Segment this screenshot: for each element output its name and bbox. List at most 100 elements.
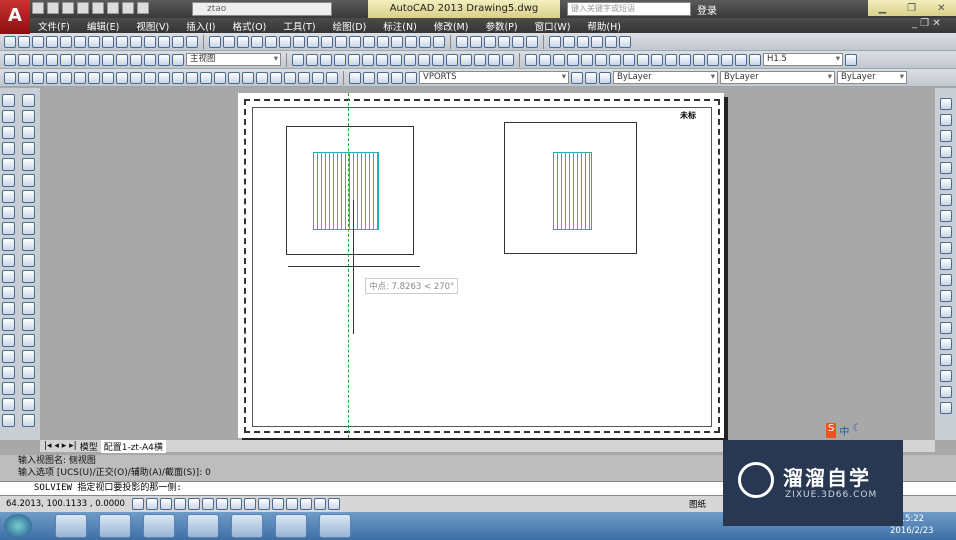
shape-icon[interactable] [270, 71, 282, 84]
modify-icon[interactable] [939, 242, 952, 254]
drafting-setting-icon[interactable] [174, 498, 186, 510]
draw-icon[interactable] [595, 53, 607, 66]
draw-icon[interactable] [2, 238, 15, 251]
dimension-icon[interactable] [209, 35, 221, 48]
draw-icon[interactable] [2, 190, 15, 203]
shape-icon[interactable] [4, 71, 16, 84]
render-icon[interactable] [348, 53, 360, 66]
modify-icon[interactable] [939, 354, 952, 366]
taskbar-scissors-icon[interactable] [275, 514, 307, 538]
render-icon[interactable] [460, 53, 472, 66]
undo-icon[interactable] [122, 2, 134, 14]
render-icon[interactable] [488, 53, 500, 66]
drafting-setting-icon[interactable] [160, 498, 172, 510]
taskbar-excel-icon[interactable] [319, 514, 351, 538]
draw-icon[interactable] [22, 94, 35, 107]
menu-item[interactable]: 编辑(E) [87, 19, 119, 33]
taskbar-thunderbird-icon[interactable] [99, 514, 131, 538]
draw-icon[interactable] [2, 286, 15, 299]
shape-icon[interactable] [298, 71, 310, 84]
dimension-icon[interactable] [237, 35, 249, 48]
menu-item[interactable]: 文件(F) [38, 19, 70, 33]
view-icon[interactable] [130, 53, 142, 66]
drafting-setting-icon[interactable] [132, 498, 144, 510]
open-icon[interactable] [47, 2, 59, 14]
tool-icon[interactable] [88, 35, 100, 48]
dimension-icon[interactable] [223, 35, 235, 48]
render-icon[interactable] [446, 53, 458, 66]
layer-icon[interactable] [405, 71, 417, 84]
modify-icon[interactable] [939, 386, 952, 398]
render-icon[interactable] [320, 53, 332, 66]
tool-icon[interactable] [186, 35, 198, 48]
drafting-setting-icon[interactable] [230, 498, 242, 510]
draw-icon[interactable] [2, 222, 15, 235]
render-icon[interactable] [390, 53, 402, 66]
shape-icon[interactable] [242, 71, 254, 84]
draw-icon[interactable] [22, 254, 35, 267]
shape-icon[interactable] [186, 71, 198, 84]
modify-icon[interactable] [939, 258, 952, 270]
drafting-setting-icon[interactable] [258, 498, 270, 510]
draw-icon[interactable] [22, 350, 35, 363]
draw-icon[interactable] [22, 142, 35, 155]
lineweight-dropdown[interactable]: ByLayer [837, 71, 907, 84]
view-icon[interactable] [60, 53, 72, 66]
ime-toolbar[interactable]: S 中 ☾ [826, 423, 861, 438]
shape-icon[interactable] [326, 71, 338, 84]
shape-icon[interactable] [158, 71, 170, 84]
shape-icon[interactable] [130, 71, 142, 84]
modify-icon[interactable] [939, 98, 952, 110]
modify-icon[interactable] [939, 322, 952, 334]
draw-icon[interactable] [539, 53, 551, 66]
paper-space-toggle[interactable]: 图纸 [689, 498, 706, 510]
drafting-setting-icon[interactable] [146, 498, 158, 510]
draw-icon[interactable] [22, 206, 35, 219]
modify-icon[interactable] [939, 146, 952, 158]
tool-icon[interactable] [130, 35, 142, 48]
tool-icon[interactable] [470, 35, 482, 48]
view-icon[interactable] [4, 53, 16, 66]
draw-icon[interactable] [2, 94, 15, 107]
view-icon[interactable] [74, 53, 86, 66]
modify-icon[interactable] [939, 290, 952, 302]
modify-icon[interactable] [939, 194, 952, 206]
modify-icon[interactable] [939, 306, 952, 318]
draw-icon[interactable] [22, 414, 35, 427]
shape-icon[interactable] [144, 71, 156, 84]
menu-item[interactable]: 插入(I) [186, 19, 215, 33]
draw-icon[interactable] [581, 53, 593, 66]
menu-item[interactable]: 绘图(D) [333, 19, 367, 33]
window-icon[interactable] [577, 35, 589, 48]
render-icon[interactable] [404, 53, 416, 66]
shape-icon[interactable] [172, 71, 184, 84]
draw-icon[interactable] [22, 270, 35, 283]
draw-icon[interactable] [2, 334, 15, 347]
shape-icon[interactable] [88, 71, 100, 84]
layer-dropdown[interactable]: VPORTS [419, 71, 569, 84]
tool-icon[interactable] [456, 35, 468, 48]
shape-icon[interactable] [32, 71, 44, 84]
draw-icon[interactable] [721, 53, 733, 66]
draw-icon[interactable] [22, 302, 35, 315]
view-icon[interactable] [102, 53, 114, 66]
dimension-icon[interactable] [293, 35, 305, 48]
drafting-setting-icon[interactable] [272, 498, 284, 510]
modify-icon[interactable] [939, 370, 952, 382]
shape-icon[interactable] [74, 71, 86, 84]
draw-icon[interactable] [2, 270, 15, 283]
modify-icon[interactable] [939, 226, 952, 238]
view-icon[interactable] [32, 53, 44, 66]
menu-item[interactable]: 帮助(H) [587, 19, 621, 33]
tool-icon[interactable] [74, 35, 86, 48]
tool-icon[interactable] [144, 35, 156, 48]
view-icon[interactable] [144, 53, 156, 66]
save-as-icon[interactable] [77, 2, 89, 14]
render-icon[interactable] [502, 53, 514, 66]
tool-icon[interactable] [498, 35, 510, 48]
taskbar-app-99-icon[interactable] [187, 514, 219, 538]
dimension-icon[interactable] [391, 35, 403, 48]
layer-tool-icon[interactable] [599, 71, 611, 84]
named-view-dropdown[interactable]: 主视图 [186, 53, 281, 66]
menu-item[interactable]: 参数(P) [485, 19, 517, 33]
